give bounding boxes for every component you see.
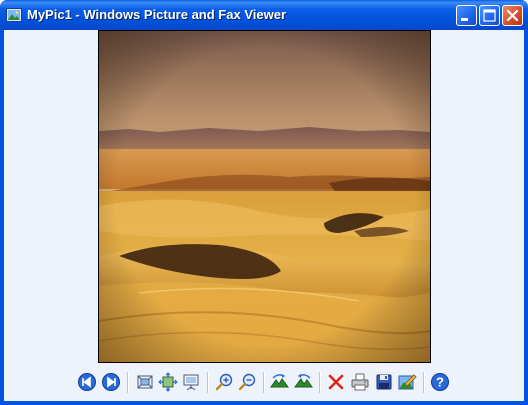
save-button[interactable]: [374, 372, 394, 392]
delete-button[interactable]: [326, 372, 346, 392]
zoom-out-button[interactable]: [238, 372, 258, 392]
slide-show-button[interactable]: [181, 372, 201, 392]
help-button[interactable]: ?: [430, 372, 450, 392]
toolbar-separator: [319, 372, 321, 393]
best-fit-icon: [135, 372, 155, 392]
previous-image-icon: [77, 372, 97, 392]
toolbar-separator: [423, 372, 425, 393]
actual-size-button[interactable]: [158, 372, 178, 392]
maximize-icon: [480, 6, 499, 25]
zoom-in-icon: [215, 372, 235, 392]
edit-button[interactable]: [397, 372, 417, 392]
edit-icon: [397, 372, 417, 392]
print-icon: [350, 372, 370, 392]
minimize-button[interactable]: [456, 5, 477, 26]
rotate-counterclockwise-icon: [293, 372, 313, 392]
viewer-toolbar: ?: [4, 367, 524, 397]
rotate-counterclockwise-button[interactable]: [293, 372, 313, 392]
delete-icon: [326, 372, 346, 392]
maximize-button[interactable]: [479, 5, 500, 26]
close-button[interactable]: [502, 5, 523, 26]
picture-viewer-window: MyPic1 - Windows Picture and Fax Viewer: [0, 0, 528, 405]
print-button[interactable]: [350, 372, 370, 392]
desert-dunes-image: [99, 31, 430, 362]
next-image-icon: [101, 372, 121, 392]
previous-image-button[interactable]: [77, 372, 97, 392]
zoom-out-icon: [238, 372, 258, 392]
slide-show-icon: [181, 372, 201, 392]
displayed-picture: [98, 30, 431, 363]
toolbar-separator: [207, 372, 209, 393]
viewer-area: ?: [4, 30, 524, 401]
best-fit-button[interactable]: [135, 372, 155, 392]
help-icon: ?: [430, 372, 450, 392]
minimize-icon: [457, 6, 476, 25]
rotate-clockwise-icon: [270, 372, 290, 392]
next-image-button[interactable]: [101, 372, 121, 392]
window-title: MyPic1 - Windows Picture and Fax Viewer: [27, 7, 286, 22]
close-icon: [503, 6, 522, 25]
svg-text:?: ?: [436, 375, 444, 390]
zoom-in-button[interactable]: [215, 372, 235, 392]
toolbar-separator: [263, 372, 265, 393]
actual-size-icon: [158, 372, 178, 392]
toolbar-separator: [127, 372, 129, 393]
rotate-clockwise-button[interactable]: [270, 372, 290, 392]
picture-viewer-icon: [6, 7, 22, 23]
save-icon: [374, 372, 394, 392]
title-bar[interactable]: MyPic1 - Windows Picture and Fax Viewer: [0, 0, 528, 30]
